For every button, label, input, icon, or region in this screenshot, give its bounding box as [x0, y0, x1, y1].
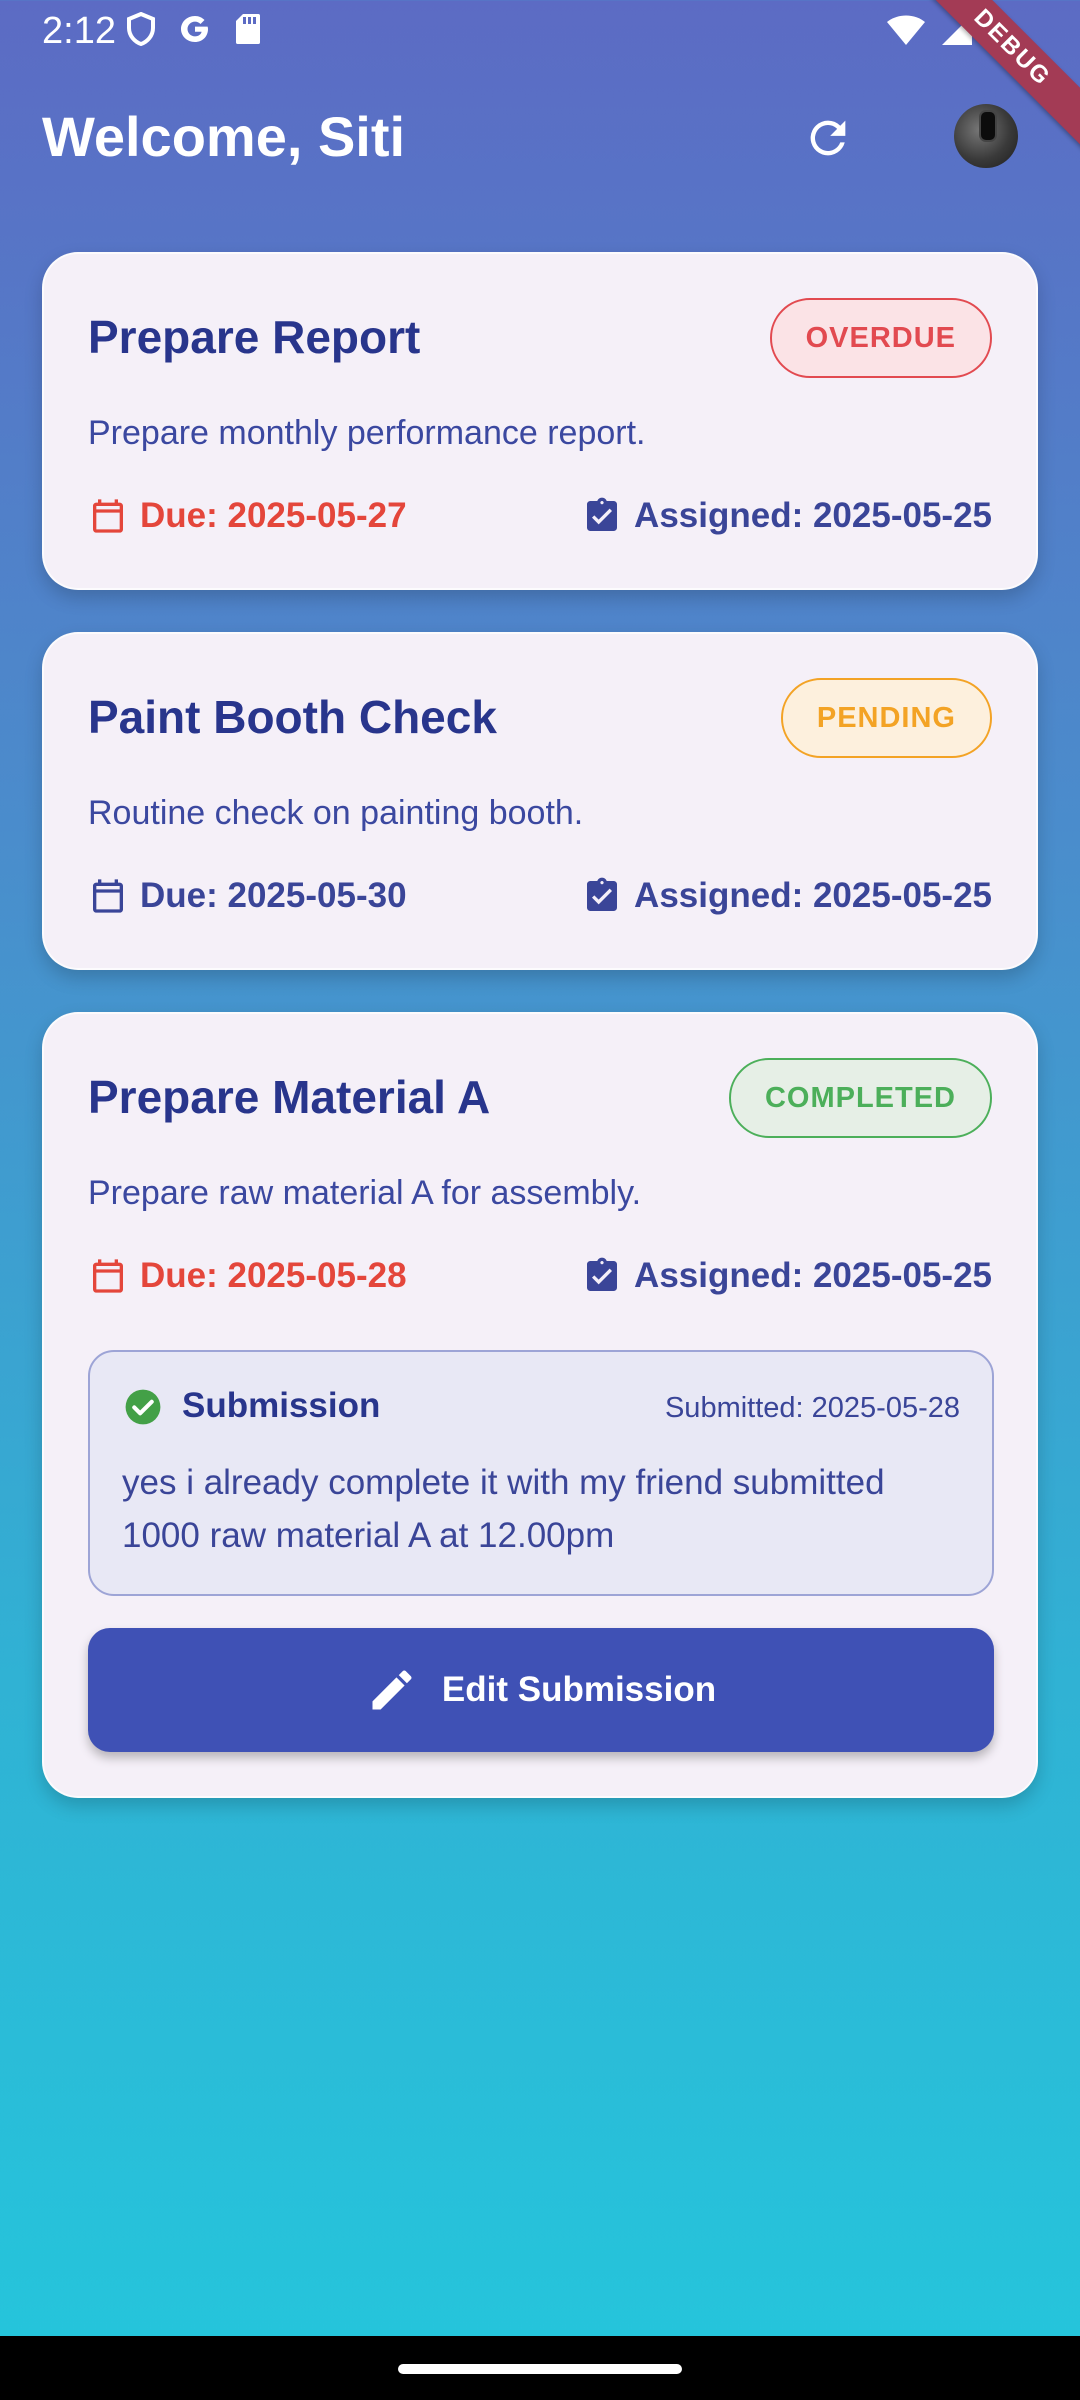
due-date: Due: 2025-05-28 — [88, 1256, 407, 1296]
refresh-button[interactable] — [796, 106, 860, 170]
submission-title: Submission — [182, 1386, 381, 1425]
task-title: Prepare Report — [88, 311, 421, 363]
assigned-date: Assigned: 2025-05-25 — [582, 876, 992, 916]
submission-text: yes i already complete it with my friend… — [122, 1463, 885, 1555]
calendar-icon — [93, 499, 123, 533]
edit-submission-button[interactable]: Edit Submission — [88, 1628, 994, 1752]
task-description: Prepare monthly performance report. — [88, 414, 646, 452]
refresh-icon — [810, 120, 846, 156]
sd-card-icon — [236, 14, 260, 44]
assigned-date-text: Assigned: 2025-05-25 — [634, 496, 992, 535]
due-date: Due: 2025-05-30 — [88, 876, 407, 916]
status-time: 2:12 — [42, 10, 116, 52]
check-circle-icon — [125, 1389, 161, 1425]
assigned-date-text: Assigned: 2025-05-25 — [634, 1256, 992, 1295]
home-indicator[interactable] — [398, 2364, 682, 2374]
welcome-title: Welcome, Siti — [42, 105, 406, 168]
avatar[interactable] — [954, 104, 1018, 168]
submitted-date: Submitted: 2025-05-28 — [664, 1392, 960, 1424]
status-bar: 2:12 — [0, 0, 1080, 66]
due-date-text: Due: 2025-05-28 — [140, 1256, 407, 1295]
assignment-icon — [587, 497, 618, 531]
shield-icon — [127, 12, 155, 46]
due-date-text: Due: 2025-05-27 — [140, 496, 407, 535]
assignment-icon — [587, 877, 618, 911]
task-meta-row: Due: 2025-05-28 Assigned: 2025-05-25 — [88, 1256, 992, 1306]
task-meta-row: Due: 2025-05-27 Assigned: 2025-05-25 — [88, 496, 992, 546]
calendar-icon — [93, 879, 123, 913]
pencil-icon — [372, 1670, 412, 1710]
app-header: Welcome, Siti — [0, 80, 1080, 190]
status-badge: PENDING — [780, 678, 992, 758]
assigned-date-text: Assigned: 2025-05-25 — [634, 876, 992, 915]
task-card[interactable]: Paint Booth Check PENDING Routine check … — [42, 632, 1038, 970]
task-card[interactable]: Prepare Report OVERDUE Prepare monthly p… — [42, 252, 1038, 590]
task-description: Prepare raw material A for assembly. — [88, 1174, 642, 1212]
status-badge: OVERDUE — [769, 298, 992, 378]
task-title: Paint Booth Check — [88, 691, 497, 743]
assigned-date: Assigned: 2025-05-25 — [582, 496, 992, 536]
task-card[interactable]: Prepare Material A COMPLETED Prepare raw… — [42, 1012, 1038, 1798]
calendar-icon — [93, 1259, 123, 1293]
task-title: Prepare Material A — [88, 1071, 491, 1123]
task-meta-row: Due: 2025-05-30 Assigned: 2025-05-25 — [88, 876, 992, 926]
submission-box: Submission Submitted: 2025-05-28 yes i a… — [88, 1350, 994, 1596]
wifi-icon — [887, 15, 925, 45]
task-description: Routine check on painting booth. — [88, 794, 584, 832]
assigned-date: Assigned: 2025-05-25 — [582, 1256, 992, 1296]
assignment-icon — [587, 1257, 618, 1291]
status-icons-left — [126, 12, 262, 46]
due-date-text: Due: 2025-05-30 — [140, 876, 407, 915]
edit-submission-label: Edit Submission — [441, 1670, 717, 1709]
status-badge: COMPLETED — [728, 1058, 992, 1138]
system-nav-bar — [0, 2336, 1080, 2400]
due-date: Due: 2025-05-27 — [88, 496, 407, 536]
google-icon — [181, 16, 208, 42]
